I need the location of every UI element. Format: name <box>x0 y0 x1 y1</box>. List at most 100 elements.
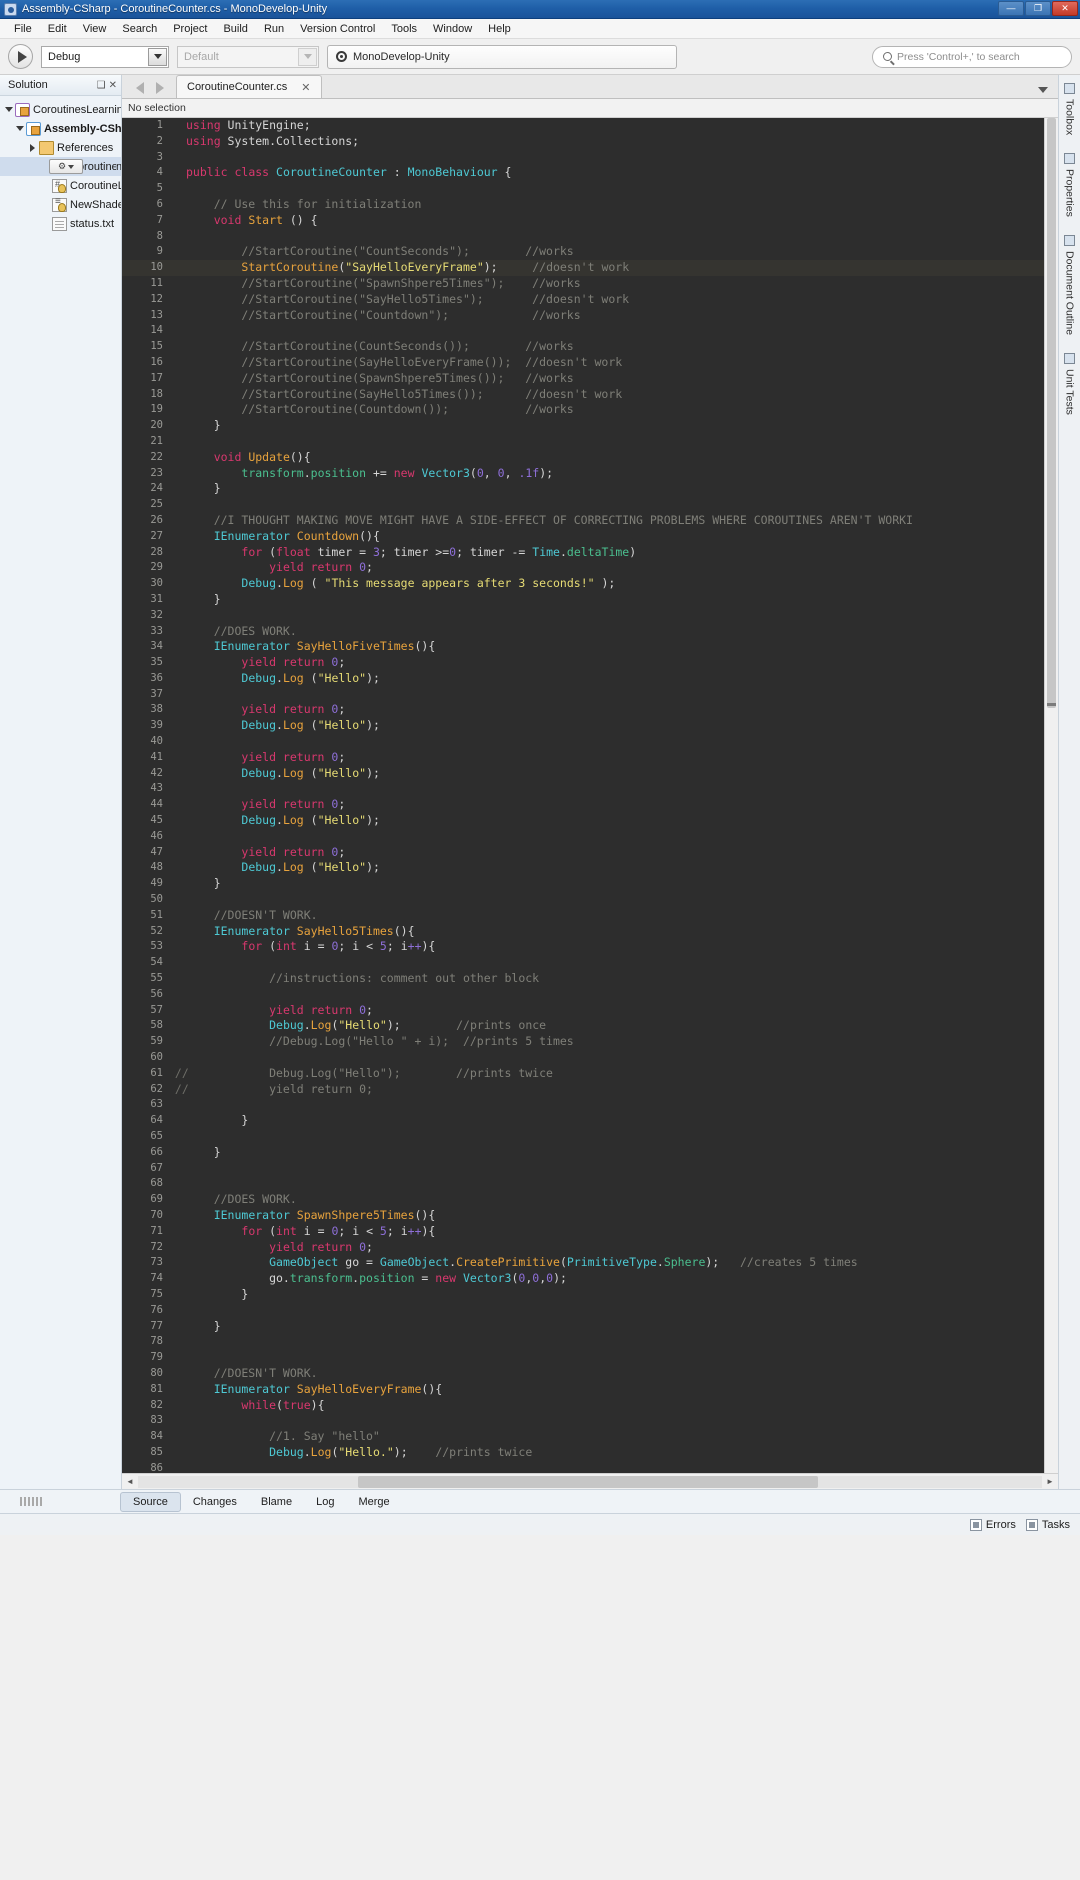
code-text: yield return 0; <box>241 749 346 764</box>
chevron-down-icon[interactable] <box>298 47 317 66</box>
dock-toolbox[interactable]: Toolbox <box>1064 83 1076 135</box>
solution-target-display[interactable]: MonoDevelop-Unity <box>327 44 677 69</box>
menu-help[interactable]: Help <box>480 21 519 37</box>
code-text: Debug.Log ("Hello"); <box>241 670 380 685</box>
line-comment-prefix: // <box>168 1081 189 1096</box>
maximize-button[interactable]: ❐ <box>1025 1 1051 16</box>
line-comment-prefix <box>168 908 186 924</box>
solution-icon <box>15 102 30 117</box>
vcs-tab-blame[interactable]: Blame <box>249 1493 304 1511</box>
code-editor[interactable]: 1 using UnityEngine; 2 using System.Collect… <box>122 118 1058 1473</box>
code-line: 8 <box>122 229 1044 245</box>
vcs-tab-changes[interactable]: Changes <box>181 1493 249 1511</box>
configuration-select[interactable]: Debug <box>41 45 169 68</box>
line-comment-prefix <box>168 845 186 861</box>
minimize-pad-icon[interactable]: ❑ <box>97 80 106 91</box>
dock-document-outline[interactable]: Document Outline <box>1064 235 1076 335</box>
menu-view[interactable]: View <box>75 21 115 37</box>
line-comment-prefix <box>168 1255 186 1271</box>
twisty-down-icon[interactable] <box>2 107 15 112</box>
line-number: 64 <box>150 1114 163 1127</box>
search-icon <box>883 52 892 61</box>
menu-edit[interactable]: Edit <box>40 21 75 37</box>
tree-node-references[interactable]: References <box>0 138 121 157</box>
hscroll-track[interactable] <box>138 1475 1042 1488</box>
hscroll-thumb[interactable] <box>358 1475 818 1488</box>
scrollbar-thumb[interactable] <box>1047 118 1056 708</box>
tree-node-solution[interactable]: CoroutinesLearning <box>0 100 121 119</box>
menu-search[interactable]: Search <box>114 21 165 37</box>
close-icon[interactable]: ✕ <box>301 81 310 94</box>
line-comment-prefix <box>168 1240 186 1256</box>
code-text: yield return 0; <box>241 655 346 670</box>
vcs-tab-log[interactable]: Log <box>304 1493 346 1511</box>
menu-project[interactable]: Project <box>165 21 215 37</box>
tree-node-coroutine-learn[interactable]: CoroutineLearn <box>0 176 121 195</box>
target-icon <box>336 51 347 62</box>
tree-node-status-txt[interactable]: status.txt <box>0 214 121 233</box>
dock-unit-tests[interactable]: Unit Tests <box>1064 353 1076 415</box>
line-number: 83 <box>150 1414 163 1427</box>
run-button[interactable] <box>8 44 33 69</box>
tree-node-newshader[interactable]: NewShader.sh <box>0 195 121 214</box>
runtime-select[interactable]: Default <box>177 45 319 68</box>
menu-window[interactable]: Window <box>425 21 480 37</box>
code-lines-container[interactable]: 1 using UnityEngine; 2 using System.Collect… <box>122 118 1044 1473</box>
minimize-button[interactable]: — <box>998 1 1024 16</box>
nav-back-icon[interactable] <box>136 82 144 94</box>
line-comment-prefix <box>168 308 186 324</box>
twisty-down-icon[interactable] <box>13 126 26 131</box>
line-number: 71 <box>150 1224 163 1237</box>
line-comment-prefix <box>168 134 186 150</box>
line-number: 38 <box>150 703 163 716</box>
editor-vertical-scrollbar[interactable] <box>1044 118 1058 1473</box>
code-text: public class CoroutineCounter : MonoBeha… <box>186 165 512 180</box>
gear-dropdown-icon[interactable]: ⚙ <box>49 159 83 174</box>
line-comment-prefix <box>168 292 186 308</box>
line-number: 57 <box>150 1003 163 1016</box>
status-tasks[interactable]: Tasks <box>1025 1518 1070 1531</box>
tree-node-label: CoroutinesLearning <box>33 103 121 116</box>
menu-build[interactable]: Build <box>215 21 255 37</box>
dock-properties[interactable]: Properties <box>1064 153 1076 217</box>
tree-node-project[interactable]: Assembly-CShar <box>0 119 121 138</box>
line-comment-prefix <box>168 529 186 545</box>
line-number: 65 <box>150 1130 163 1142</box>
menu-tools[interactable]: Tools <box>383 21 425 37</box>
line-comment-prefix <box>168 434 186 450</box>
line-number: 85 <box>150 1445 163 1458</box>
code-text: IEnumerator Countdown(){ <box>213 528 380 543</box>
line-number: 74 <box>150 1272 163 1285</box>
chevron-down-icon[interactable] <box>1038 87 1048 93</box>
twisty-right-icon[interactable] <box>26 143 39 152</box>
line-comment-prefix <box>168 165 186 181</box>
close-pad-icon[interactable]: ✕ <box>109 80 117 91</box>
code-text: //StartCoroutine(SayHello5Times()); //do… <box>186 386 623 401</box>
status-errors[interactable]: Errors <box>969 1518 1016 1531</box>
scroll-right-icon[interactable]: ► <box>1042 1475 1058 1489</box>
line-number: 60 <box>150 1051 163 1064</box>
global-search-box[interactable]: Press 'Control+,' to search <box>872 45 1072 68</box>
chevron-down-icon[interactable] <box>148 47 167 66</box>
menu-run[interactable]: Run <box>256 21 292 37</box>
code-line: 26 //I THOUGHT MAKING MOVE MIGHT HAVE A … <box>122 513 1044 529</box>
drag-grip-icon[interactable] <box>20 1497 44 1506</box>
menu-version-control[interactable]: Version Control <box>292 21 383 37</box>
vcs-tab-merge[interactable]: Merge <box>346 1493 401 1511</box>
vcs-tab-source[interactable]: Source <box>120 1491 181 1512</box>
menu-file[interactable]: File <box>6 21 40 37</box>
code-line: 21 <box>122 434 1044 450</box>
editor-horizontal-scrollbar[interactable]: ◄ ► <box>122 1473 1058 1489</box>
line-comment-prefix <box>168 402 186 418</box>
code-text: } <box>186 1286 249 1301</box>
title-bar: Assembly-CSharp - CoroutineCounter.cs - … <box>0 0 1080 19</box>
tree-node-coroutine-counter[interactable]: CoroutineC n ⚙ <box>0 157 121 176</box>
close-button[interactable]: ✕ <box>1052 1 1078 16</box>
scroll-left-icon[interactable]: ◄ <box>122 1475 138 1489</box>
line-number: 59 <box>150 1035 163 1048</box>
nav-forward-icon[interactable] <box>156 82 164 94</box>
tab-coroutine-counter[interactable]: CoroutineCounter.cs ✕ <box>176 75 322 98</box>
code-text: for (float timer = 3; timer >=0; timer -… <box>241 544 637 559</box>
